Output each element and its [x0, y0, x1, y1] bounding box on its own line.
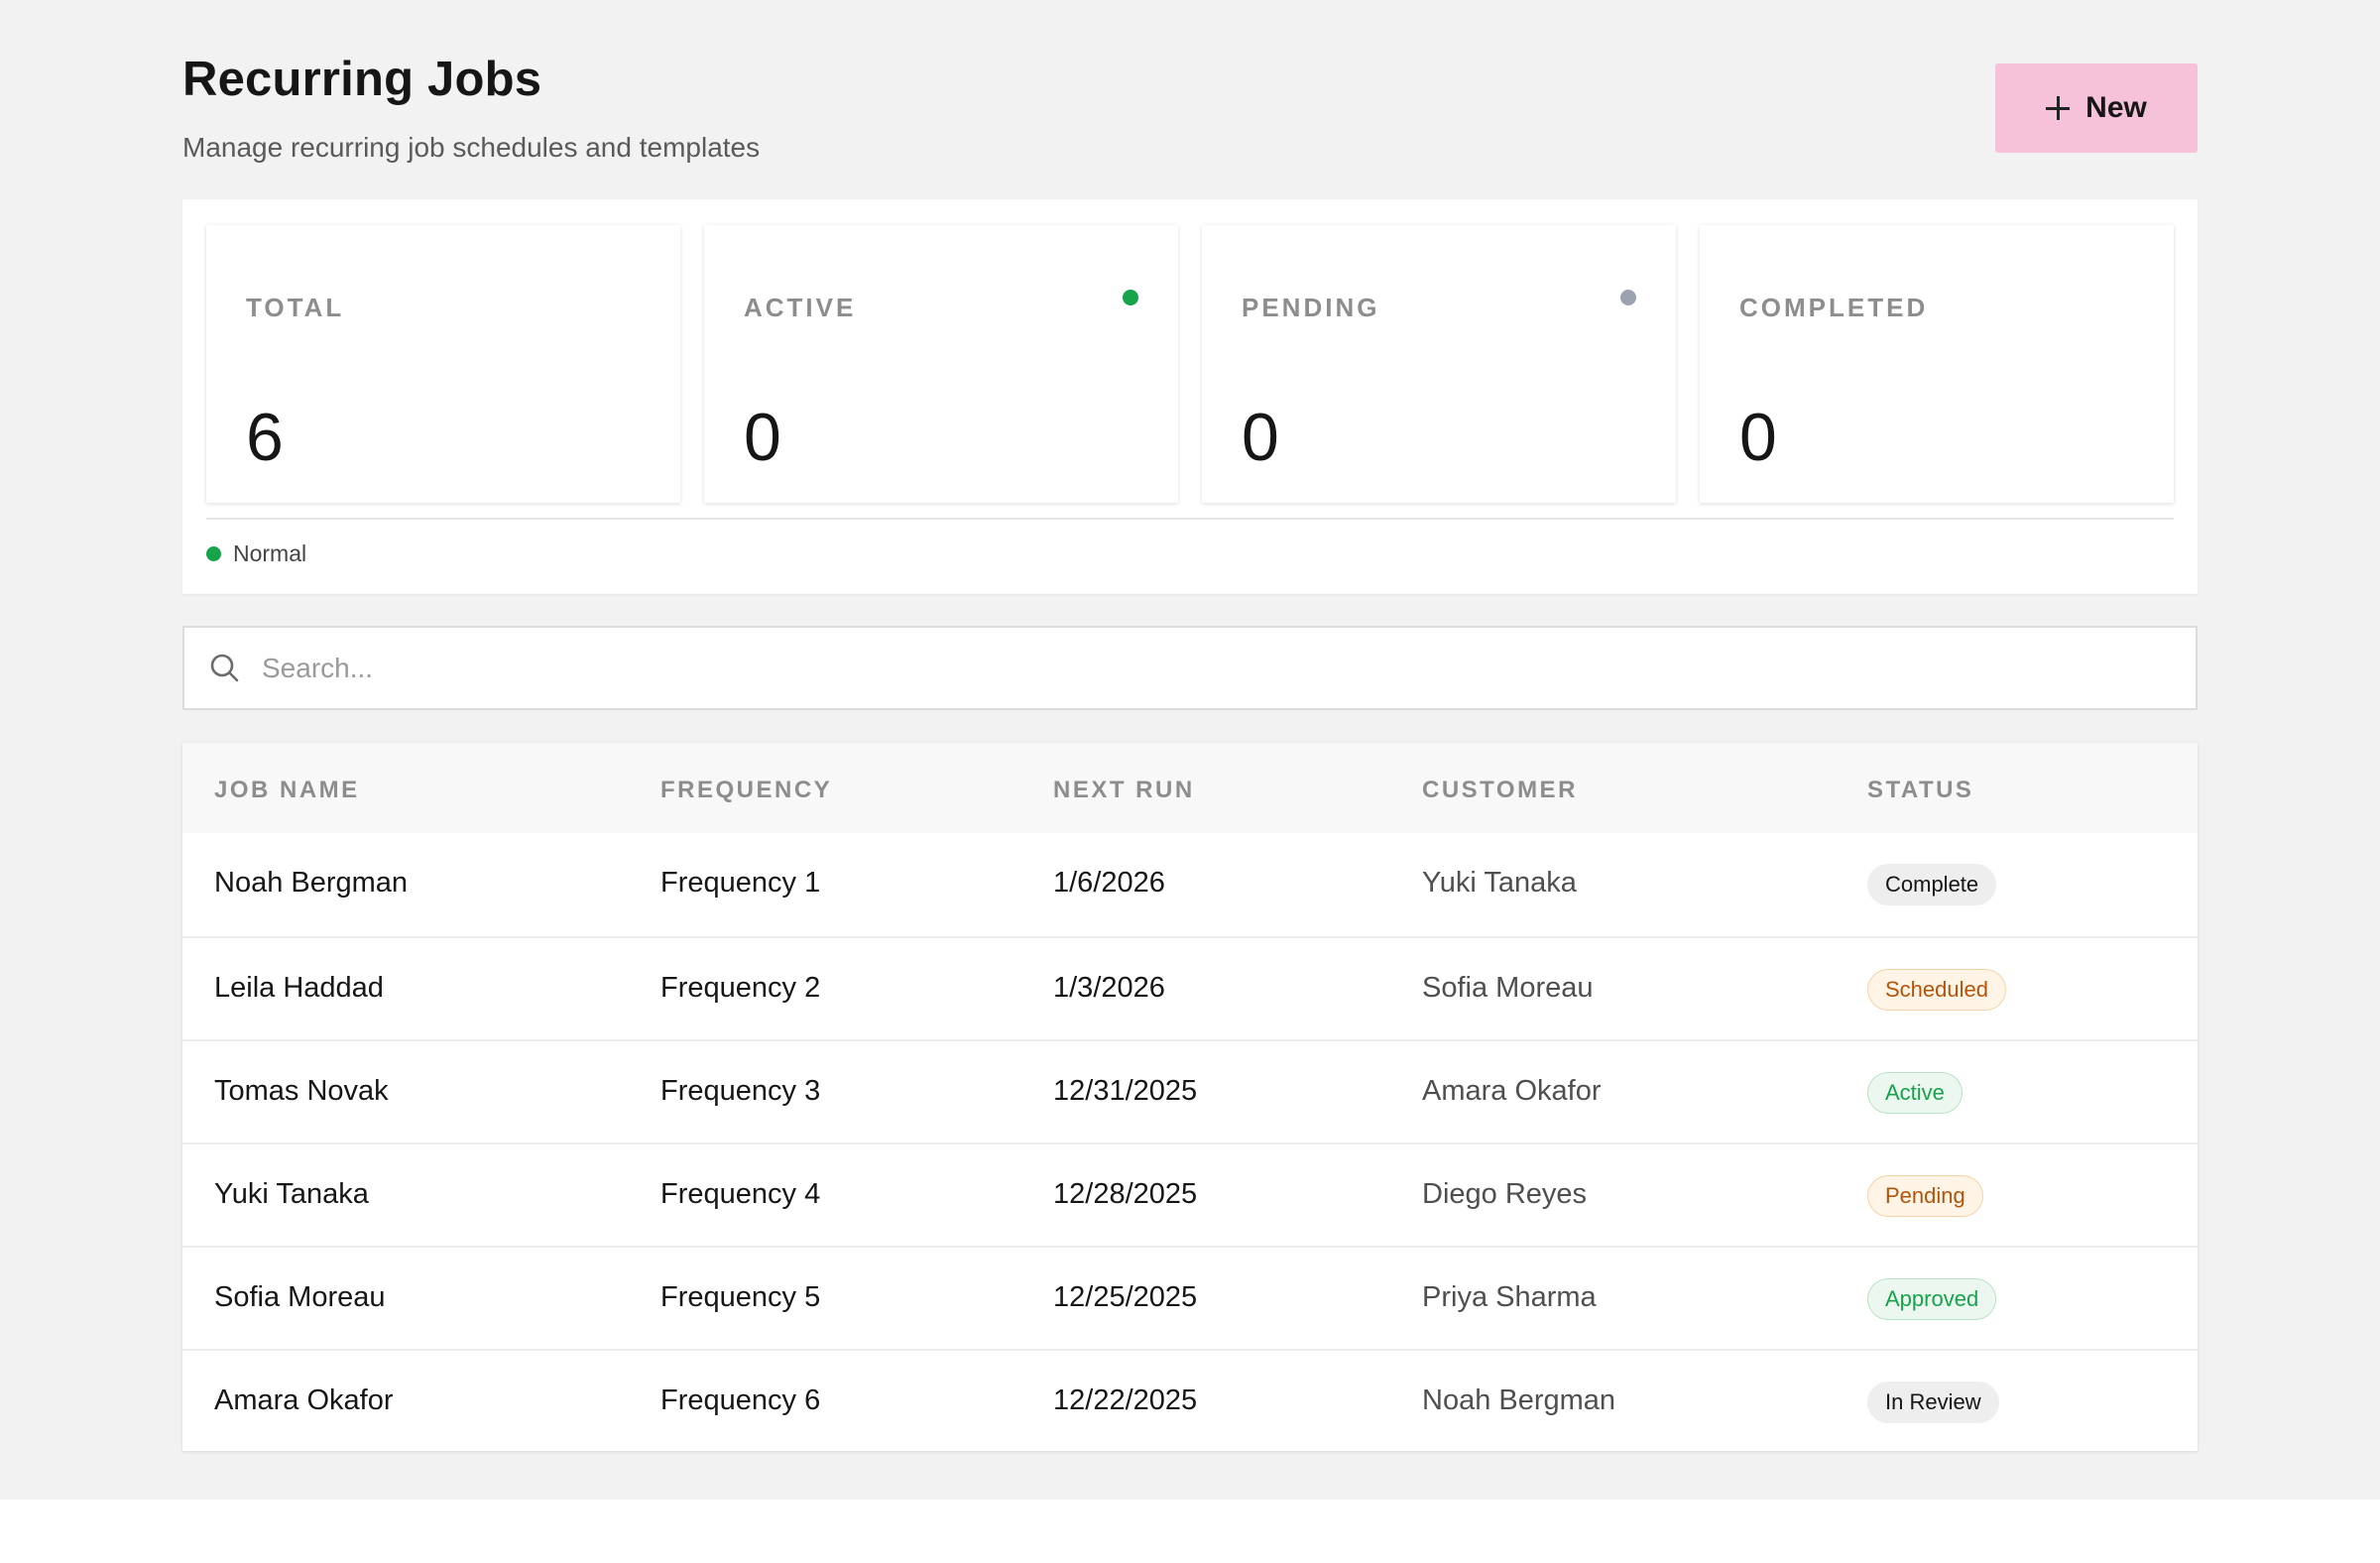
table-row[interactable]: Noah Bergman Frequency 1 1/6/2026 Yuki T…: [182, 833, 2198, 936]
status-badge: Active: [1867, 1072, 1963, 1114]
page-title: Recurring Jobs: [182, 53, 542, 106]
column-header-frequency[interactable]: FREQUENCY: [660, 777, 832, 804]
customer-cell: Noah Bergman: [1422, 1384, 1616, 1416]
frequency-cell: Frequency 6: [660, 1384, 821, 1416]
divider: [206, 518, 2174, 520]
stat-card-pending: PENDING 0: [1202, 225, 1676, 503]
customer-cell: Sofia Moreau: [1422, 972, 1594, 1004]
job-name-cell: Sofia Moreau: [214, 1281, 386, 1313]
frequency-cell: Frequency 2: [660, 972, 821, 1004]
stat-card-total: TOTAL 6: [206, 225, 680, 503]
table-header: JOB NAME FREQUENCY NEXT RUN CUSTOMER STA…: [182, 743, 2198, 833]
stat-label: COMPLETED: [1739, 293, 1929, 322]
status-badge: Approved: [1867, 1278, 1997, 1320]
column-header-next-run[interactable]: NEXT RUN: [1053, 777, 1195, 804]
customer-cell: Priya Sharma: [1422, 1281, 1597, 1313]
page: Recurring Jobs Manage recurring job sche…: [0, 0, 2380, 1500]
job-name-cell: Leila Haddad: [214, 972, 384, 1004]
legend-dot-icon: [206, 546, 221, 561]
job-name-cell: Yuki Tanaka: [214, 1178, 369, 1210]
status-badge: In Review: [1867, 1382, 1999, 1423]
column-header-status[interactable]: STATUS: [1867, 777, 1973, 804]
stat-card-active: ACTIVE 0: [704, 225, 1178, 503]
stats-panel: TOTAL 6 ACTIVE 0 PENDING 0 COMPLETED 0 N…: [182, 199, 2198, 594]
stat-value: 0: [744, 400, 781, 475]
status-badge: Pending: [1867, 1175, 1983, 1217]
next-run-cell: 12/22/2025: [1053, 1384, 1198, 1416]
frequency-cell: Frequency 4: [660, 1178, 821, 1210]
next-run-cell: 1/6/2026: [1053, 867, 1165, 899]
stat-value: 0: [1739, 400, 1777, 475]
legend: Normal: [206, 541, 306, 567]
jobs-table: JOB NAME FREQUENCY NEXT RUN CUSTOMER STA…: [182, 743, 2198, 1451]
stat-card-completed: COMPLETED 0: [1700, 225, 2174, 503]
stat-label: ACTIVE: [744, 293, 857, 322]
column-header-customer[interactable]: CUSTOMER: [1422, 777, 1578, 804]
table-row[interactable]: Tomas Novak Frequency 3 12/31/2025 Amara…: [182, 1039, 2198, 1142]
table-row[interactable]: Amara Okafor Frequency 6 12/22/2025 Noah…: [182, 1349, 2198, 1452]
frequency-cell: Frequency 5: [660, 1281, 821, 1313]
next-run-cell: 12/31/2025: [1053, 1075, 1198, 1107]
table-row[interactable]: Sofia Moreau Frequency 5 12/25/2025 Priy…: [182, 1246, 2198, 1349]
status-dot-icon: [1123, 290, 1138, 305]
column-header-job-name[interactable]: JOB NAME: [214, 777, 360, 804]
page-subtitle: Manage recurring job schedules and templ…: [182, 132, 761, 163]
job-name-cell: Noah Bergman: [214, 867, 409, 899]
search-bar: [182, 626, 2198, 710]
next-run-cell: 12/28/2025: [1053, 1178, 1198, 1210]
customer-cell: Yuki Tanaka: [1422, 867, 1577, 899]
next-run-cell: 12/25/2025: [1053, 1281, 1198, 1313]
new-button-label: New: [2085, 91, 2147, 124]
stat-label: PENDING: [1242, 293, 1380, 322]
job-name-cell: Tomas Novak: [214, 1075, 389, 1107]
legend-label: Normal: [233, 541, 307, 566]
plus-icon: [2046, 96, 2071, 120]
customer-cell: Diego Reyes: [1422, 1178, 1588, 1210]
status-badge: Complete: [1867, 864, 1997, 905]
stat-label: TOTAL: [246, 293, 345, 322]
job-name-cell: Amara Okafor: [214, 1384, 394, 1416]
status-badge: Scheduled: [1867, 969, 2006, 1011]
table-row[interactable]: Yuki Tanaka Frequency 4 12/28/2025 Diego…: [182, 1142, 2198, 1246]
stat-value: 0: [1242, 400, 1279, 475]
search-icon: [210, 654, 239, 682]
search-input[interactable]: [262, 642, 2146, 695]
next-run-cell: 1/3/2026: [1053, 972, 1165, 1004]
frequency-cell: Frequency 1: [660, 867, 821, 899]
table-row[interactable]: Leila Haddad Frequency 2 1/3/2026 Sofia …: [182, 936, 2198, 1039]
status-dot-icon: [1620, 290, 1636, 305]
customer-cell: Amara Okafor: [1422, 1075, 1602, 1107]
new-button[interactable]: New: [1995, 63, 2198, 153]
frequency-cell: Frequency 3: [660, 1075, 821, 1107]
stat-value: 6: [246, 400, 284, 475]
